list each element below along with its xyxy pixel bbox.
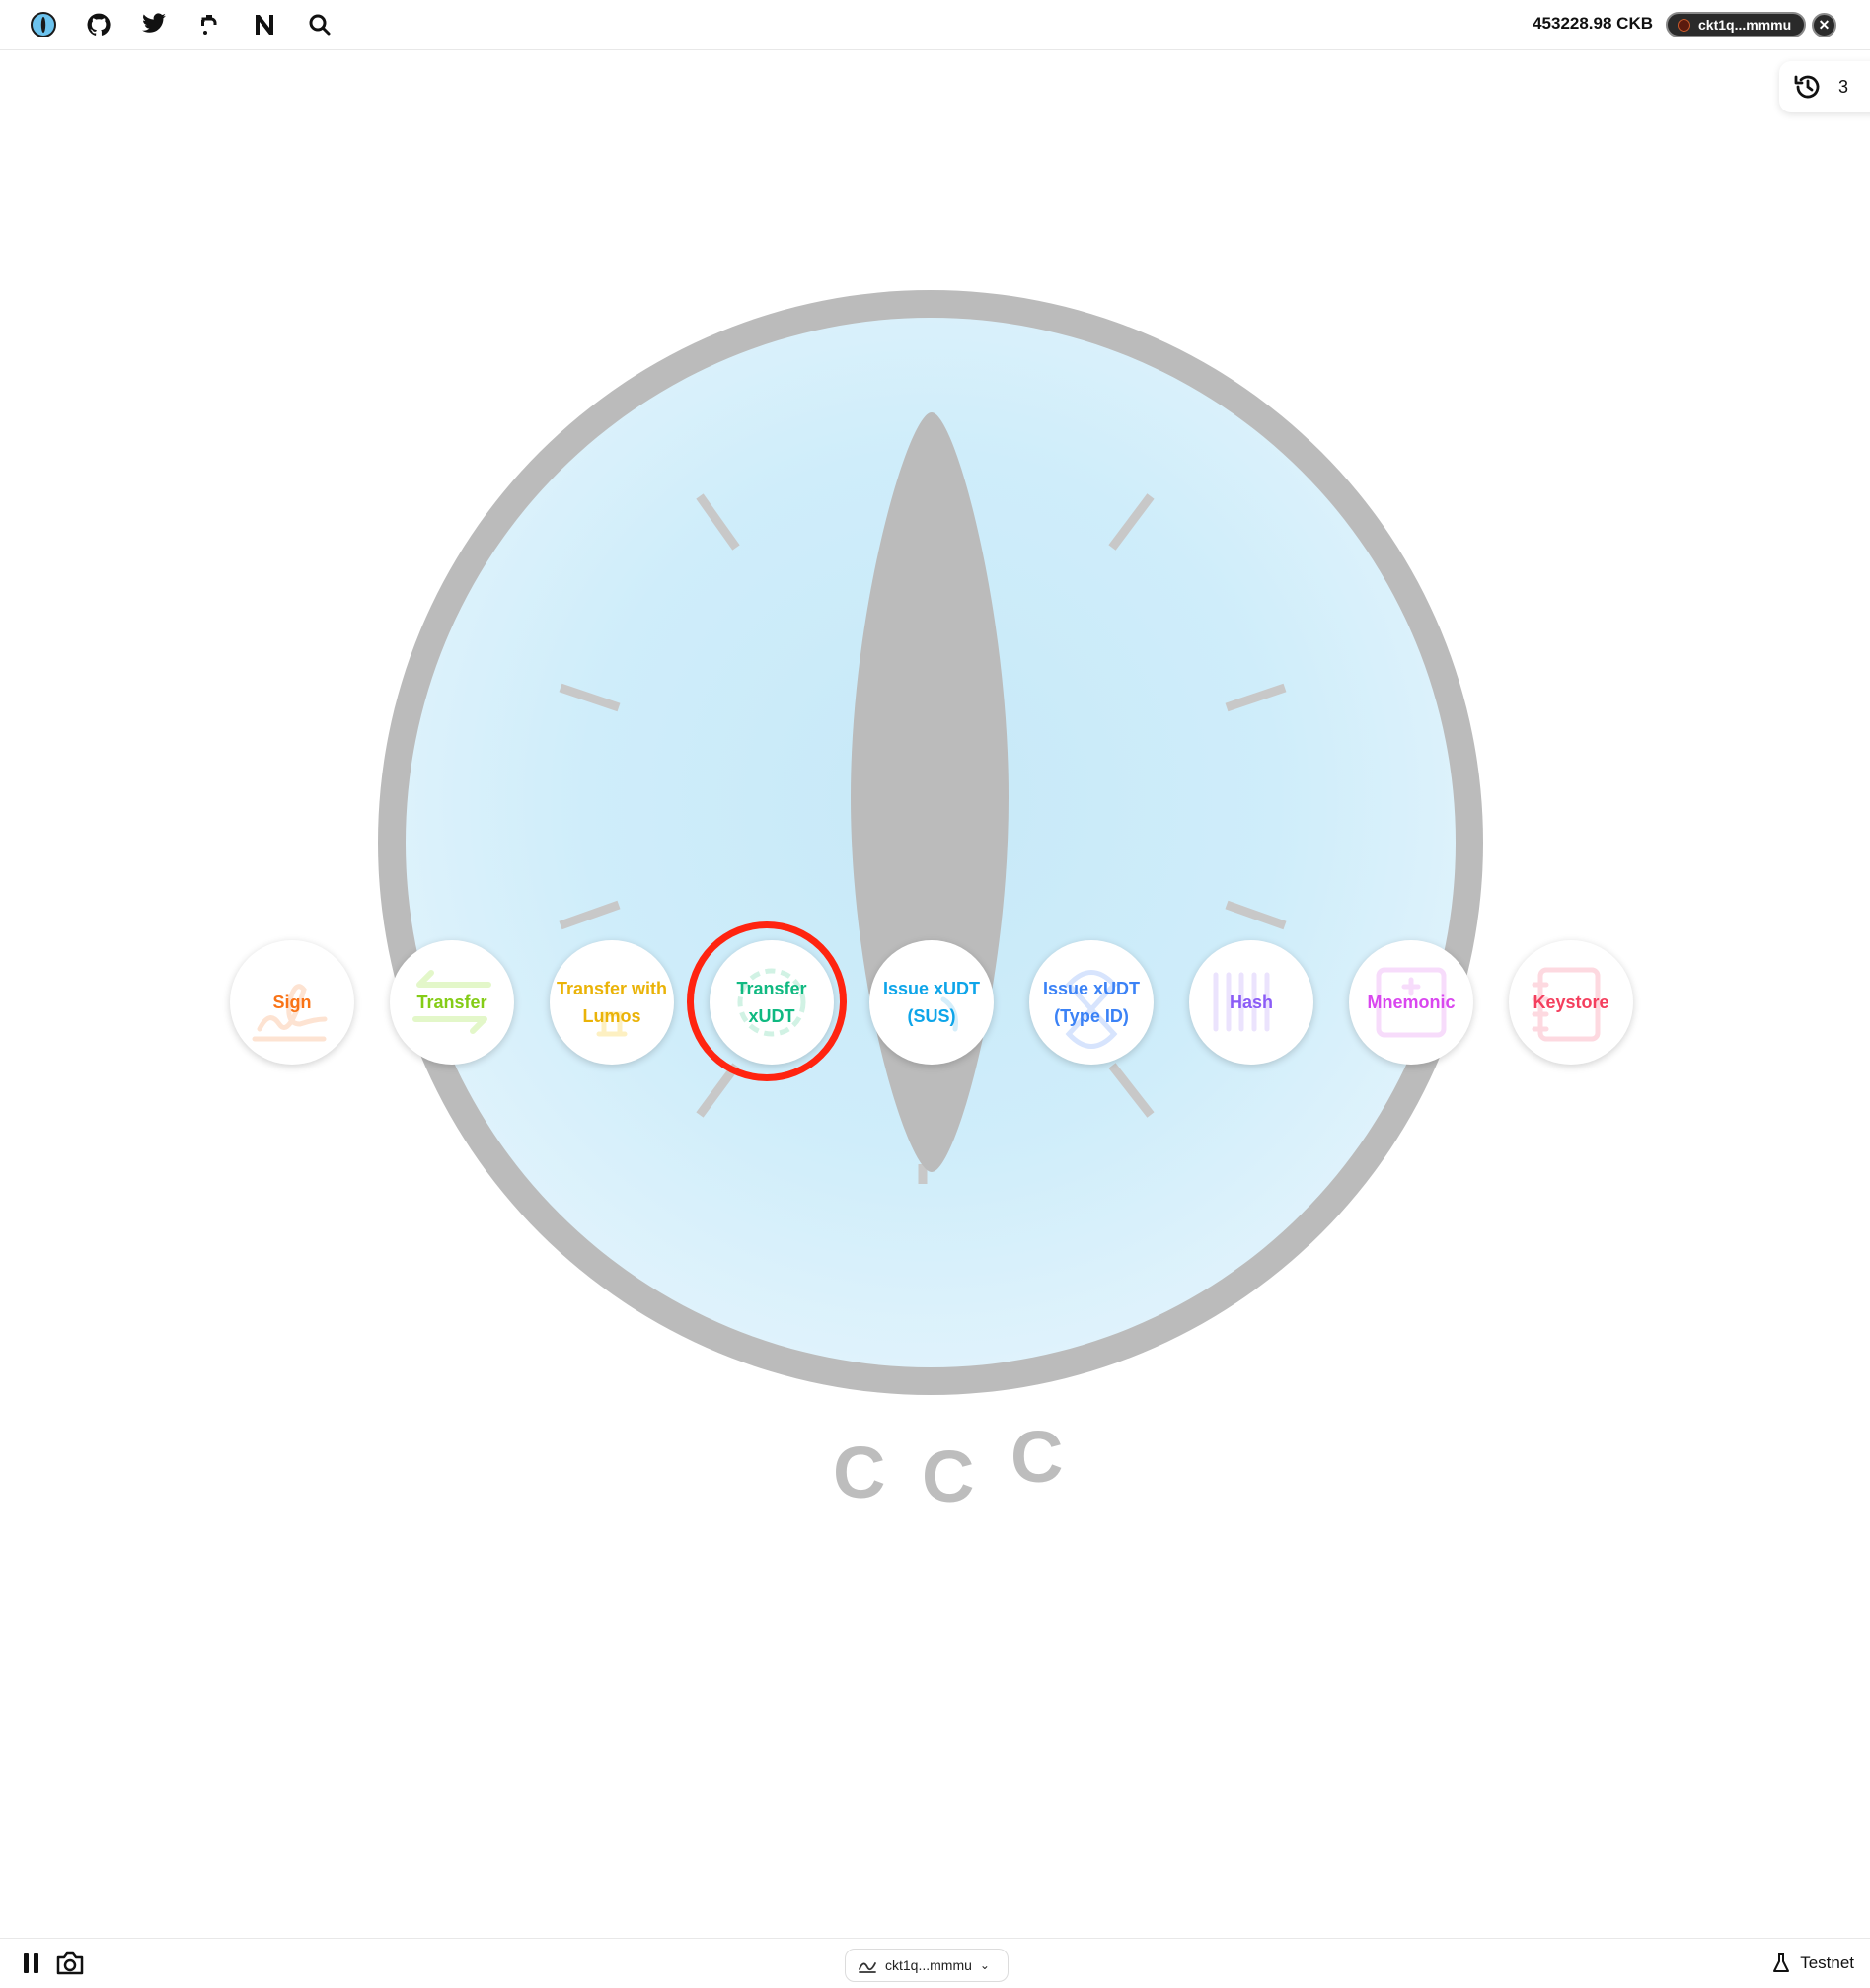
tick-mark bbox=[696, 1063, 740, 1118]
pause-icon[interactable] bbox=[22, 1952, 41, 1979]
transfer-with-lumos-button[interactable]: Transfer with Lumos bbox=[550, 940, 674, 1065]
mnemonic-button[interactable]: Mnemonic bbox=[1349, 940, 1473, 1065]
issue-xudt-sus-label: Issue xUDT (SUS) bbox=[882, 979, 981, 1026]
bottom-bar: ckt1q...mmmu ⌄ Testnet bbox=[0, 1938, 1870, 1988]
network-label: Testnet bbox=[1800, 1953, 1854, 1972]
hash-label: Hash bbox=[1229, 993, 1273, 1012]
ccc-letter: C bbox=[1010, 1416, 1064, 1498]
tick-mark bbox=[1225, 683, 1287, 712]
sign-button[interactable]: Sign bbox=[230, 940, 354, 1065]
tick-mark bbox=[696, 493, 740, 551]
signature-icon bbox=[859, 1962, 876, 1973]
issue-xudt-type-id-button[interactable]: Issue xUDT (Type ID) bbox=[1029, 940, 1154, 1065]
sign-label: Sign bbox=[272, 993, 312, 1012]
transfer-with-lumos-label: Transfer with Lumos bbox=[556, 979, 668, 1026]
ccc-letter: C bbox=[922, 1436, 975, 1517]
tick-mark bbox=[559, 900, 621, 930]
ccc-wordmark: C C C bbox=[833, 1416, 1063, 1517]
issue-xudt-sus-button[interactable]: Issue xUDT (SUS) bbox=[869, 940, 994, 1065]
transfer-xudt-label: Transfer xUDT bbox=[736, 979, 807, 1026]
network-indicator[interactable]: Testnet bbox=[1772, 1952, 1854, 1974]
transfer-button[interactable]: Transfer bbox=[390, 940, 514, 1065]
mnemonic-label: Mnemonic bbox=[1367, 993, 1456, 1012]
account-select[interactable]: ckt1q...mmmu ⌄ bbox=[845, 1949, 1009, 1982]
tick-mark bbox=[1108, 1063, 1155, 1118]
tick-mark bbox=[559, 683, 621, 712]
keystore-label: Keystore bbox=[1533, 993, 1609, 1012]
camera-icon[interactable] bbox=[55, 1951, 85, 1981]
flask-icon bbox=[1773, 1953, 1790, 1972]
ccc-letter: C bbox=[833, 1432, 886, 1513]
transfer-label: Transfer bbox=[416, 993, 487, 1012]
tick-mark bbox=[1225, 900, 1287, 930]
hash-button[interactable]: Hash bbox=[1189, 940, 1313, 1065]
issue-xudt-type-id-label: Issue xUDT (Type ID) bbox=[1042, 979, 1141, 1026]
chevron-down-icon: ⌄ bbox=[979, 1958, 990, 1972]
footer-address: ckt1q...mmmu bbox=[885, 1957, 972, 1973]
tick-mark bbox=[1108, 493, 1155, 551]
transfer-xudt-button[interactable]: Transfer xUDT bbox=[710, 940, 834, 1065]
keystore-button[interactable]: Keystore bbox=[1509, 940, 1633, 1065]
